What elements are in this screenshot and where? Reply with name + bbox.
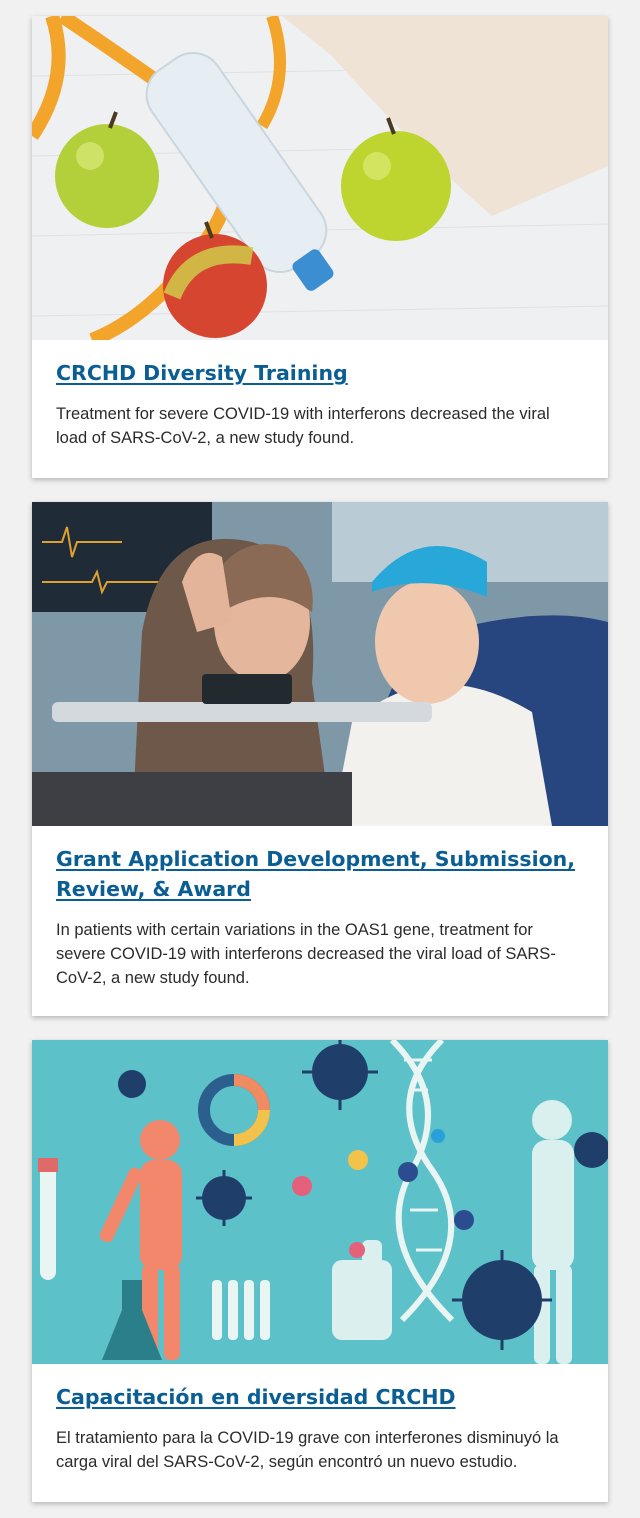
- article-card: CRCHD Diversity Training Treatment for s…: [32, 16, 608, 478]
- card-title-link[interactable]: Capacitación en diversidad CRCHD: [56, 1382, 584, 1412]
- article-card: Capacitación en diversidad CRCHD El trat…: [32, 1040, 608, 1502]
- card-body: Grant Application Development, Submissio…: [32, 826, 608, 990]
- card-image-science-illustration[interactable]: [32, 1040, 608, 1364]
- card-description: In patients with certain variations in t…: [56, 921, 556, 987]
- card-title-link[interactable]: CRCHD Diversity Training: [56, 358, 584, 388]
- card-image-healthy-food[interactable]: [32, 16, 608, 340]
- card-description: El tratamiento para la COVID-19 grave co…: [56, 1429, 559, 1471]
- article-card: Grant Application Development, Submissio…: [32, 502, 608, 1016]
- card-body: Capacitación en diversidad CRCHD El trat…: [32, 1364, 608, 1474]
- card-description: Treatment for severe COVID-19 with inter…: [56, 405, 550, 447]
- card-title-link[interactable]: Grant Application Development, Submissio…: [56, 844, 584, 904]
- card-body: CRCHD Diversity Training Treatment for s…: [32, 340, 608, 450]
- card-image-hospital-video-call[interactable]: [32, 502, 608, 826]
